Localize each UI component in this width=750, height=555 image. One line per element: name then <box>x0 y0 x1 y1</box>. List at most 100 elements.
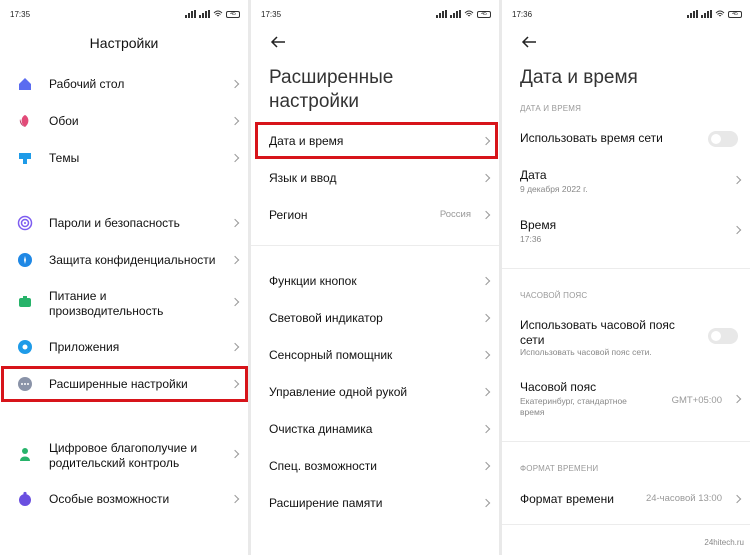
wifi-icon <box>213 10 223 17</box>
status-bar: 17:35 45 <box>251 8 499 22</box>
status-bar: 17:36 45 <box>502 8 750 22</box>
chevron-right-icon <box>732 225 742 235</box>
apps-icon <box>18 340 32 354</box>
chevron-right-icon <box>230 297 240 307</box>
settings-item-privacy[interactable]: Защита конфиденциальности <box>0 250 248 270</box>
battery-icon <box>19 296 31 307</box>
highlight-box <box>255 122 498 159</box>
settings-item-region[interactable]: Регион Россия <box>251 205 499 225</box>
chevron-right-icon <box>230 449 240 459</box>
wallpaper-icon <box>19 115 29 127</box>
page-title: Настройки <box>89 35 159 51</box>
watermark: 24hitech.ru <box>704 538 744 547</box>
settings-item-home-screen[interactable]: Рабочий стол <box>0 74 248 94</box>
settings-item-speaker-cleaning[interactable]: Очистка динамика <box>251 419 499 439</box>
signal-icon <box>687 10 698 18</box>
battery-indicator: 45 <box>477 10 491 18</box>
chevron-right-icon <box>230 342 240 352</box>
date-value: 9 декабря 2022 г. <box>520 184 588 194</box>
privacy-icon <box>18 253 32 267</box>
settings-item-language[interactable]: Язык и ввод <box>251 168 499 188</box>
signal-icon <box>185 10 196 18</box>
wifi-icon <box>715 10 725 17</box>
date-time-screen: 17:36 45 Дата и время ДАТА И ВРЕМЯ Испол… <box>502 0 750 555</box>
timezone-value: GMT+05:00 <box>671 395 722 406</box>
settings-item-buttons[interactable]: Функции кнопок <box>251 271 499 291</box>
network-timezone-toggle[interactable] <box>708 328 738 344</box>
signal-icon <box>436 10 447 18</box>
settings-item-memory-extension[interactable]: Расширение памяти <box>251 493 499 513</box>
status-time: 17:36 <box>512 10 533 19</box>
chevron-right-icon <box>230 218 240 228</box>
back-arrow-icon[interactable] <box>269 34 287 50</box>
signal-icon <box>450 10 461 18</box>
highlight-box <box>1 366 248 402</box>
battery-indicator: 45 <box>226 10 240 18</box>
time-row[interactable]: Время 17:36 <box>502 216 750 246</box>
settings-item-accessibility[interactable]: Спец. возможности <box>251 456 499 476</box>
settings-item-themes[interactable]: Темы <box>0 148 248 168</box>
region-value: Россия <box>439 209 471 220</box>
chevron-right-icon <box>481 424 491 434</box>
divider <box>502 268 750 269</box>
divider <box>251 245 499 246</box>
time-format-row[interactable]: Формат времени 24-часовой 13:00 <box>502 489 750 509</box>
chevron-right-icon <box>230 116 240 126</box>
chevron-right-icon <box>481 387 491 397</box>
settings-item-battery[interactable]: Питание и производительность <box>0 288 248 320</box>
chevron-right-icon <box>230 79 240 89</box>
chevron-right-icon <box>481 313 491 323</box>
advanced-settings-screen: 17:35 45 Расширенные настройки Дата и вр… <box>251 0 499 555</box>
section-header-timezone: ЧАСОВОЙ ПОЯС <box>520 291 588 300</box>
divider <box>502 441 750 442</box>
chevron-right-icon <box>732 175 742 185</box>
chevron-right-icon <box>481 276 491 286</box>
status-time: 17:35 <box>10 10 31 19</box>
settings-item-one-handed[interactable]: Управление одной рукой <box>251 382 499 402</box>
signal-icon <box>199 10 210 18</box>
chevron-right-icon <box>481 498 491 508</box>
fingerprint-icon <box>17 215 33 231</box>
status-time: 17:35 <box>261 10 282 19</box>
chevron-right-icon <box>481 350 491 360</box>
settings-item-apps[interactable]: Приложения <box>0 337 248 357</box>
battery-indicator: 45 <box>728 10 742 18</box>
chevron-right-icon <box>732 494 742 504</box>
divider <box>502 524 750 525</box>
wellbeing-icon <box>20 448 30 461</box>
wifi-icon <box>464 10 474 17</box>
status-bar: 17:35 45 <box>0 8 248 22</box>
signal-icon <box>701 10 712 18</box>
back-arrow-icon[interactable] <box>520 34 538 50</box>
settings-item-accessibility[interactable]: Особые возможности <box>0 489 248 509</box>
network-time-toggle[interactable] <box>708 131 738 147</box>
accessibility-icon <box>19 491 31 506</box>
network-timezone-row[interactable]: Использовать часовой пояс сети Использов… <box>502 316 750 358</box>
timezone-row[interactable]: Часовой пояс Екатеринбург, стандартное в… <box>502 378 750 420</box>
section-header-date-time: ДАТА И ВРЕМЯ <box>520 104 582 113</box>
chevron-right-icon <box>230 153 240 163</box>
settings-item-wallpaper[interactable]: Обои <box>0 111 248 131</box>
network-timezone-description: Использовать часовой пояс сети. <box>520 347 652 357</box>
home-icon <box>19 78 31 90</box>
section-header-time-format: ФОРМАТ ВРЕМЕНИ <box>520 464 599 473</box>
settings-screen: 17:35 45 Настройки Рабочий стол Обои Тем… <box>0 0 248 555</box>
date-row[interactable]: Дата 9 декабря 2022 г. <box>502 166 750 196</box>
chevron-right-icon <box>481 210 491 220</box>
chevron-right-icon <box>732 394 742 404</box>
chevron-right-icon <box>230 255 240 265</box>
settings-item-passwords[interactable]: Пароли и безопасность <box>0 213 248 233</box>
settings-item-wellbeing[interactable]: Цифровое благополучие и родительский кон… <box>0 440 248 472</box>
timezone-description: Екатеринбург, стандартное время <box>520 396 627 417</box>
page-title: Дата и время <box>520 67 638 88</box>
time-value: 17:36 <box>520 234 542 244</box>
settings-item-led[interactable]: Световой индикатор <box>251 308 499 328</box>
time-format-value: 24-часовой 13:00 <box>645 493 722 504</box>
settings-item-quick-ball[interactable]: Сенсорный помощник <box>251 345 499 365</box>
chevron-right-icon <box>481 461 491 471</box>
themes-icon <box>19 153 31 164</box>
page-title: Расширенные настройки <box>269 67 394 112</box>
network-time-row[interactable]: Использовать время сети <box>502 128 750 150</box>
chevron-right-icon <box>230 494 240 504</box>
chevron-right-icon <box>481 173 491 183</box>
